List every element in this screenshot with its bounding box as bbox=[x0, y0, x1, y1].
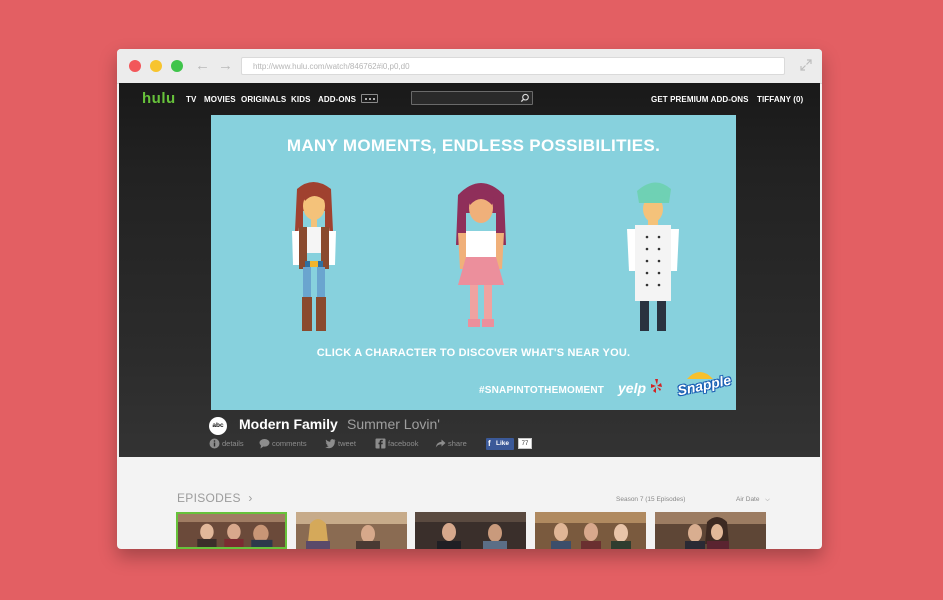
get-premium-link[interactable]: GET PREMIUM ADD-ONS bbox=[651, 95, 749, 104]
sort-dropdown[interactable]: Air Date ⌵ bbox=[736, 496, 770, 504]
yelp-burst-icon bbox=[651, 379, 662, 393]
episode-thumbnail[interactable] bbox=[655, 512, 766, 549]
nav-movies[interactable]: MOVIES bbox=[204, 95, 236, 104]
top-navigation: hulu TV MOVIES ORIGINALS KIDS ADD-ONS GE… bbox=[119, 83, 820, 115]
character-cowgirl[interactable] bbox=[289, 181, 343, 333]
network-logo[interactable]: abc bbox=[209, 417, 227, 435]
character-chef[interactable] bbox=[625, 181, 681, 333]
episodes-label: EPISODES bbox=[177, 491, 241, 505]
browser-window: ← → http://www.hulu.com/watch/846762#i0,… bbox=[117, 49, 822, 549]
details-label: details bbox=[222, 439, 244, 448]
chevron-right-icon: › bbox=[248, 491, 253, 505]
share-arrow-icon bbox=[435, 439, 446, 448]
more-dot-icon bbox=[365, 98, 367, 100]
browser-toolbar: ← → http://www.hulu.com/watch/846762#i0,… bbox=[117, 49, 822, 84]
show-info: abc Modern Family Summer Lovin' bbox=[209, 414, 789, 438]
search-icon[interactable] bbox=[520, 93, 530, 103]
chevron-down-icon: ⌵ bbox=[765, 497, 770, 503]
more-dot-icon bbox=[369, 98, 371, 100]
close-dot[interactable] bbox=[129, 60, 141, 72]
hulu-logo[interactable]: hulu bbox=[142, 90, 176, 107]
facebook-f-icon: f bbox=[488, 439, 491, 448]
search-input[interactable] bbox=[411, 91, 533, 105]
minimize-dot[interactable] bbox=[150, 60, 162, 72]
player-area: hulu TV MOVIES ORIGINALS KIDS ADD-ONS GE… bbox=[119, 83, 820, 457]
yelp-logo: yelp bbox=[618, 380, 647, 396]
episode-thumbnail[interactable] bbox=[535, 512, 646, 549]
info-icon bbox=[209, 438, 220, 449]
more-dot-icon bbox=[373, 98, 375, 100]
nav-tv[interactable]: TV bbox=[186, 95, 196, 104]
twitter-bird-icon bbox=[325, 439, 336, 449]
video-ad[interactable]: MANY MOMENTS, ENDLESS POSSIBILITIES. CLI… bbox=[211, 115, 736, 410]
tweet-label: tweet bbox=[338, 439, 356, 448]
action-bar: details comments tweet facebook share f … bbox=[209, 438, 609, 452]
ad-headline: MANY MOMENTS, ENDLESS POSSIBILITIES. bbox=[286, 136, 661, 155]
like-label: Like bbox=[496, 440, 510, 447]
ad-subline: CLICK A CHARACTER TO DISCOVER WHAT'S NEA… bbox=[316, 347, 631, 359]
expand-icon[interactable] bbox=[800, 59, 812, 71]
forward-arrow-icon[interactable]: → bbox=[218, 58, 233, 74]
url-bar[interactable]: http://www.hulu.com/watch/846762#i0,p0,d… bbox=[241, 57, 785, 75]
episode-title: Summer Lovin' bbox=[347, 416, 440, 432]
nav-kids[interactable]: KIDS bbox=[291, 95, 311, 104]
season-selector[interactable]: Season 7 (15 Episodes) bbox=[616, 496, 685, 503]
ad-hashtag: #SNAPINTOTHEMOMENT bbox=[479, 385, 605, 396]
facebook-icon bbox=[375, 438, 386, 449]
like-count: 77 bbox=[518, 438, 532, 449]
share-label: share bbox=[448, 439, 467, 448]
nav-originals[interactable]: ORIGINALS bbox=[241, 95, 286, 104]
comment-bubble-icon bbox=[259, 439, 270, 449]
back-arrow-icon[interactable]: ← bbox=[195, 58, 210, 74]
episode-thumbnail[interactable] bbox=[415, 512, 526, 549]
sort-label: Air Date bbox=[736, 496, 760, 503]
account-menu[interactable]: TIFFANY (0) bbox=[757, 95, 803, 104]
facebook-like-button[interactable]: f Like bbox=[486, 438, 514, 450]
nav-add-ons[interactable]: ADD-ONS bbox=[318, 95, 356, 104]
show-title[interactable]: Modern Family bbox=[239, 416, 338, 432]
episode-thumbnail[interactable] bbox=[176, 512, 287, 549]
character-girl-pink-skirt[interactable] bbox=[452, 181, 510, 333]
comments-label: comments bbox=[272, 439, 307, 448]
maximize-dot[interactable] bbox=[171, 60, 183, 72]
more-menu-button[interactable] bbox=[361, 94, 378, 103]
facebook-label: facebook bbox=[388, 439, 419, 448]
episodes-heading[interactable]: EPISODES › bbox=[177, 491, 253, 505]
episode-thumbnail[interactable] bbox=[296, 512, 407, 549]
